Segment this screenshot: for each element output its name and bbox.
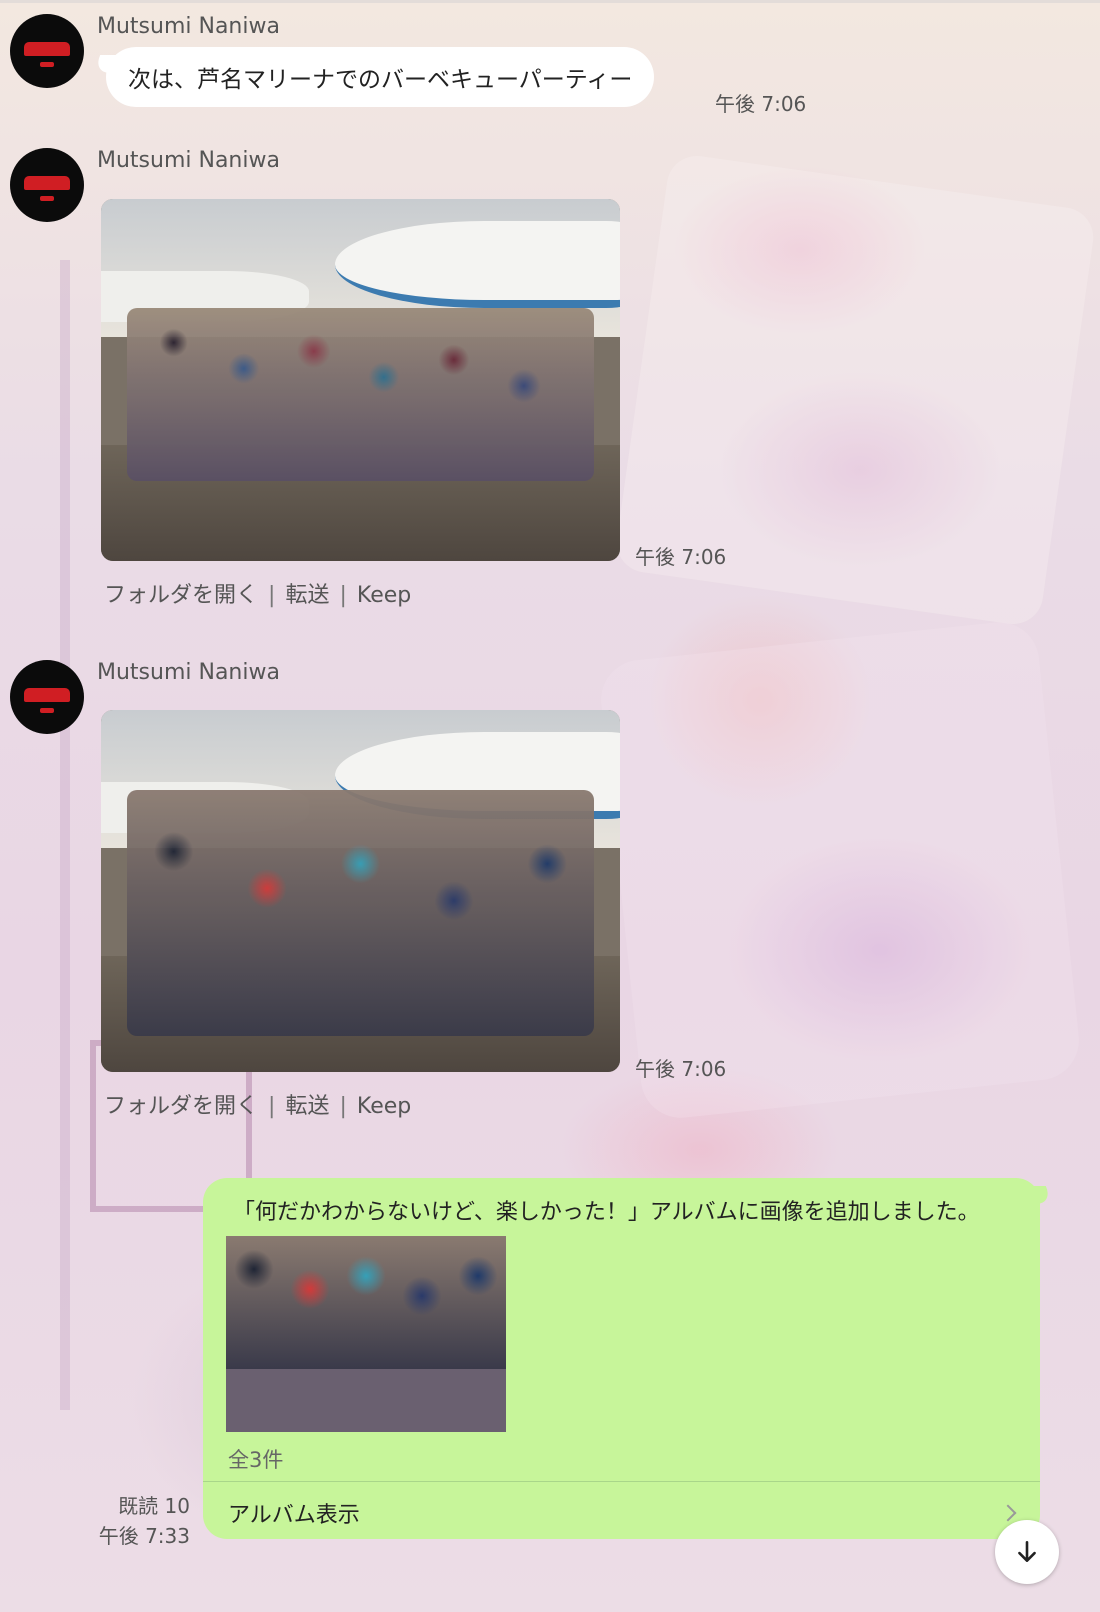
forward-link[interactable]: 転送 — [285, 583, 329, 608]
open-folder-link[interactable]: フォルダを開く — [104, 1094, 258, 1119]
open-folder-link[interactable]: フォルダを開く — [104, 583, 258, 608]
photo-actions: フォルダを開く | 転送 | Keep — [104, 577, 411, 609]
sender-avatar[interactable] — [10, 148, 84, 222]
read-status: 既読 10 午後 7:33 — [99, 1491, 190, 1551]
album-message-text: 「何だかわからないけど、楽しかった！」アルバムに画像を追加しました。 — [233, 1200, 980, 1225]
sender-name: Mutsumi Naniwa — [97, 14, 280, 39]
read-count: 既読 10 — [118, 1494, 190, 1518]
logo-icon — [40, 196, 54, 201]
photo-actions: フォルダを開く | 転送 | Keep — [104, 1088, 411, 1120]
photo-message[interactable] — [101, 199, 620, 561]
sender-avatar[interactable] — [10, 660, 84, 734]
logo-icon — [40, 708, 54, 713]
divider — [203, 1481, 1040, 1482]
album-view-label: アルバム表示 — [228, 1503, 360, 1528]
photo-message[interactable] — [101, 710, 620, 1072]
album-message-bubble[interactable]: 「何だかわからないけど、楽しかった！」アルバムに画像を追加しました。 全3件 ア… — [203, 1178, 1040, 1539]
separator: | — [339, 583, 347, 608]
sender-avatar[interactable] — [10, 14, 84, 88]
separator: | — [339, 1094, 347, 1119]
logo-icon — [40, 62, 54, 67]
album-view-button[interactable]: アルバム表示 — [228, 1496, 1020, 1530]
top-border — [0, 0, 1100, 3]
message-time: 午後 7:06 — [635, 1057, 727, 1081]
arrow-down-icon — [1018, 1540, 1036, 1562]
scroll-to-bottom-button[interactable] — [995, 1520, 1059, 1584]
separator: | — [268, 1094, 276, 1119]
album-thumbnail[interactable] — [226, 1236, 506, 1432]
message-text: 次は、芦名マリーナでのバーベキューパーティー — [128, 67, 633, 93]
message-time: 午後 7:06 — [635, 545, 727, 569]
keep-link[interactable]: Keep — [357, 583, 411, 608]
separator: | — [268, 583, 276, 608]
sender-name: Mutsumi Naniwa — [97, 660, 280, 685]
album-count: 全3件 — [228, 1448, 284, 1472]
message-bubble[interactable]: 次は、芦名マリーナでのバーベキューパーティー — [106, 47, 655, 107]
keep-link[interactable]: Keep — [357, 1094, 411, 1119]
sender-name: Mutsumi Naniwa — [97, 148, 280, 173]
message-time: 午後 7:06 — [715, 92, 807, 116]
message-time: 午後 7:33 — [98, 1524, 190, 1548]
car-icon — [24, 42, 70, 56]
chevron-right-icon — [999, 1504, 1017, 1522]
car-icon — [24, 176, 70, 190]
forward-link[interactable]: 転送 — [285, 1094, 329, 1119]
car-icon — [24, 688, 70, 702]
